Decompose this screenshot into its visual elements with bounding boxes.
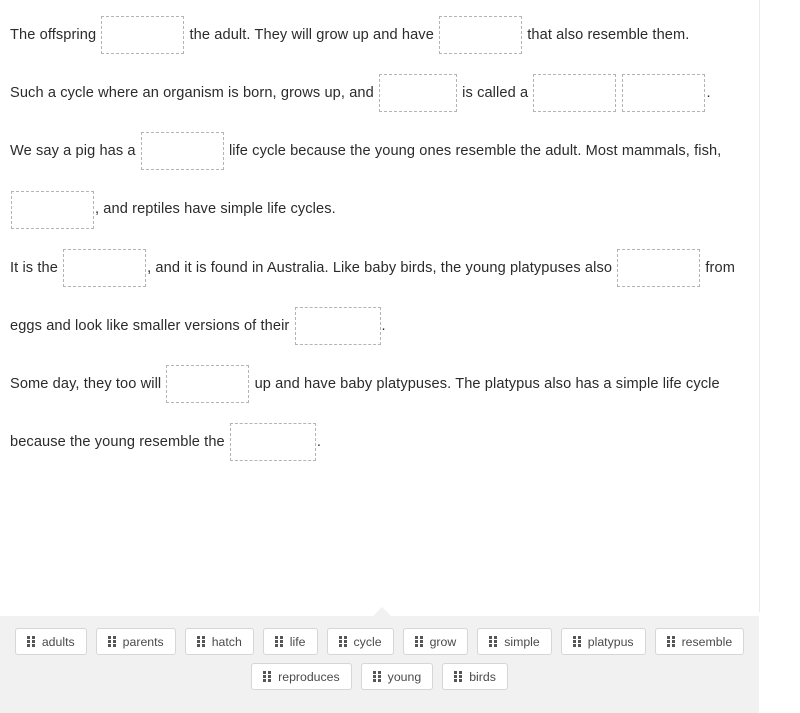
paragraph-1-text-c: that also resemble them.: [527, 27, 690, 44]
drag-handle-icon[interactable]: [572, 636, 581, 647]
word-bank-chip-list: adults parents hatch life cycle grow simple pla…: [8, 628, 751, 690]
paragraph-1-text-b: the adult. They will grow up and have: [189, 27, 434, 44]
fill-in-the-blank-exercise: The offspring the adult. They will grow …: [0, 0, 800, 713]
word-chip-label: cycle: [353, 634, 382, 649]
paragraph-2-text-c: .: [706, 85, 711, 102]
paragraph-2-text-b: is called a: [462, 85, 529, 102]
drag-handle-icon[interactable]: [666, 636, 675, 647]
blank-5[interactable]: [622, 74, 706, 113]
column-divider: [759, 0, 760, 612]
blank-8[interactable]: [63, 248, 147, 287]
word-chip-grow[interactable]: grow: [402, 628, 469, 655]
drag-handle-icon[interactable]: [263, 671, 272, 682]
drag-handle-icon[interactable]: [489, 636, 498, 647]
word-chip-label: parents: [122, 634, 164, 649]
paragraph-3: We say a pig has a life cycle because th…: [10, 122, 747, 238]
paragraph-2-text-a: Such a cycle where an organism is born, …: [10, 85, 374, 102]
word-chip-birds[interactable]: birds: [442, 663, 508, 690]
word-chip-label: young: [387, 669, 422, 684]
drag-handle-icon[interactable]: [338, 636, 347, 647]
word-chip-label: birds: [469, 669, 496, 684]
drag-handle-icon[interactable]: [196, 636, 205, 647]
blank-1[interactable]: [101, 16, 185, 55]
word-chip-young[interactable]: young: [360, 663, 434, 690]
drag-handle-icon[interactable]: [372, 671, 381, 682]
word-chip-label: platypus: [587, 634, 634, 649]
drag-handle-icon[interactable]: [414, 636, 423, 647]
word-chip-cycle[interactable]: cycle: [326, 628, 394, 655]
blank-4[interactable]: [533, 74, 617, 113]
word-chip-label: grow: [429, 634, 457, 649]
paragraph-3-text-b: life cycle because the young ones resemb…: [228, 143, 722, 160]
paragraph-1: The offspring the adult. They will grow …: [10, 6, 747, 64]
word-bank-caret: [372, 607, 392, 617]
word-chip-reproduces[interactable]: reproduces: [251, 663, 352, 690]
word-chip-hatch[interactable]: hatch: [184, 628, 254, 655]
drag-handle-icon[interactable]: [274, 636, 283, 647]
drag-handle-icon[interactable]: [26, 636, 35, 647]
paragraph-5-text-c: .: [316, 434, 322, 451]
blank-10[interactable]: [294, 306, 381, 345]
blank-9[interactable]: [617, 248, 701, 287]
word-chip-simple[interactable]: simple: [477, 628, 552, 655]
paragraph-5-text-a: Some day, they too will: [10, 375, 162, 392]
paragraph-3-text-a: We say a pig has a: [10, 143, 136, 160]
blank-7[interactable]: [11, 190, 94, 229]
word-chip-label: simple: [504, 634, 540, 649]
passage-text: The offspring the adult. They will grow …: [0, 0, 759, 471]
word-chip-label: resemble: [681, 634, 733, 649]
paragraph-2: Such a cycle where an organism is born, …: [10, 64, 747, 122]
blank-11[interactable]: [166, 364, 250, 403]
drag-handle-icon[interactable]: [454, 671, 463, 682]
blank-2[interactable]: [439, 16, 523, 55]
paragraph-1-text-a: The offspring: [10, 27, 97, 44]
word-chip-resemble[interactable]: resemble: [654, 628, 745, 655]
drag-handle-icon[interactable]: [107, 636, 116, 647]
word-chip-platypus[interactable]: platypus: [560, 628, 646, 655]
word-bank: adults parents hatch life cycle grow simple pla…: [0, 607, 759, 713]
word-chip-label: life: [289, 634, 306, 649]
word-chip-life[interactable]: life: [262, 628, 318, 655]
paragraph-4: It is the , and it is found in Australia…: [10, 239, 747, 355]
word-chip-adults[interactable]: adults: [14, 628, 87, 655]
paragraph-4-text-b: , and it is found in Australia. Like bab…: [147, 259, 613, 276]
paragraph-3-text-c: , and reptiles have simple life cycles.: [95, 201, 336, 218]
blank-12[interactable]: [229, 423, 316, 462]
word-chip-parents[interactable]: parents: [95, 628, 176, 655]
word-chip-label: adults: [41, 634, 75, 649]
word-chip-label: hatch: [211, 634, 242, 649]
word-chip-label: reproduces: [278, 669, 340, 684]
paragraph-4-text-d: .: [381, 317, 386, 334]
blank-6[interactable]: [140, 132, 224, 171]
paragraph-5: Some day, they too will up and have baby…: [10, 355, 747, 471]
paragraph-4-text-a: It is the: [10, 259, 58, 276]
blank-3[interactable]: [379, 74, 458, 113]
